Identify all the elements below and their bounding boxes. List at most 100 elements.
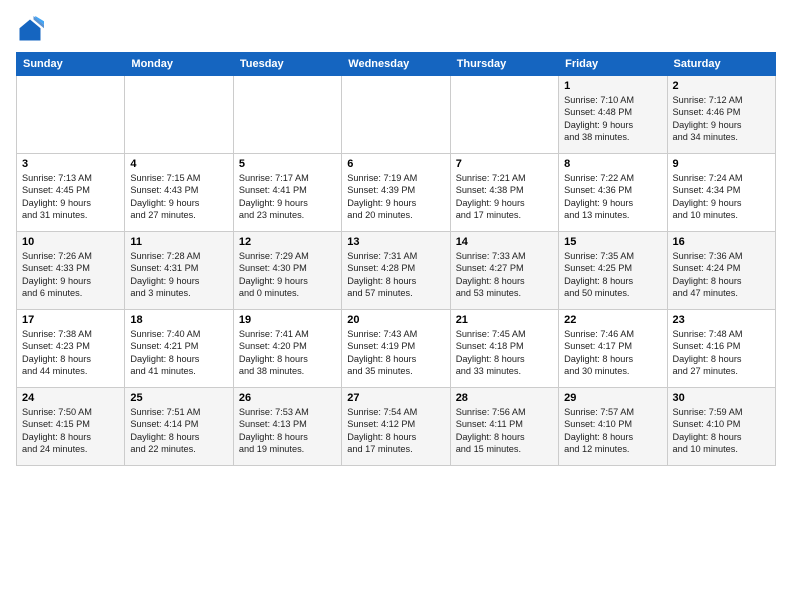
calendar-cell: 21 Sunrise: 7:45 AM Sunset: 4:18 PM Dayli…: [450, 310, 558, 388]
calendar-cell: [17, 76, 125, 154]
day-info: Sunrise: 7:53 AM Sunset: 4:13 PM Dayligh…: [239, 406, 336, 456]
calendar-cell: 13 Sunrise: 7:31 AM Sunset: 4:28 PM Dayli…: [342, 232, 450, 310]
day-number: 4: [130, 158, 227, 170]
day-number: 5: [239, 158, 336, 170]
day-number: 18: [130, 314, 227, 326]
day-info: Sunrise: 7:26 AM Sunset: 4:33 PM Dayligh…: [22, 250, 119, 300]
calendar-cell: 6Sunrise: 7:19 AM Sunset: 4:39 PM Daylig…: [342, 154, 450, 232]
day-info: Sunrise: 7:54 AM Sunset: 4:12 PM Dayligh…: [347, 406, 444, 456]
calendar-cell: 17 Sunrise: 7:38 AM Sunset: 4:23 PM Dayli…: [17, 310, 125, 388]
day-number: 27: [347, 392, 444, 404]
logo: [16, 16, 48, 44]
page: SundayMondayTuesdayWednesdayThursdayFrid…: [0, 0, 792, 612]
day-info: Sunrise: 7:10 AM Sunset: 4:48 PM Dayligh…: [564, 94, 661, 144]
weekday-saturday: Saturday: [667, 53, 775, 76]
weekday-wednesday: Wednesday: [342, 53, 450, 76]
week-row-3: 10 Sunrise: 7:26 AM Sunset: 4:33 PM Dayli…: [17, 232, 776, 310]
day-info: Sunrise: 7:46 AM Sunset: 4:17 PM Dayligh…: [564, 328, 661, 378]
day-info: Sunrise: 7:15 AM Sunset: 4:43 PM Dayligh…: [130, 172, 227, 222]
day-number: 11: [130, 236, 227, 248]
day-number: 23: [673, 314, 770, 326]
day-number: 25: [130, 392, 227, 404]
weekday-tuesday: Tuesday: [233, 53, 341, 76]
weekday-thursday: Thursday: [450, 53, 558, 76]
calendar-cell: 14 Sunrise: 7:33 AM Sunset: 4:27 PM Dayli…: [450, 232, 558, 310]
day-number: 14: [456, 236, 553, 248]
day-number: 17: [22, 314, 119, 326]
day-number: 28: [456, 392, 553, 404]
day-number: 2: [673, 80, 770, 92]
day-info: Sunrise: 7:48 AM Sunset: 4:16 PM Dayligh…: [673, 328, 770, 378]
day-info: Sunrise: 7:29 AM Sunset: 4:30 PM Dayligh…: [239, 250, 336, 300]
day-info: Sunrise: 7:12 AM Sunset: 4:46 PM Dayligh…: [673, 94, 770, 144]
day-info: Sunrise: 7:43 AM Sunset: 4:19 PM Dayligh…: [347, 328, 444, 378]
day-info: Sunrise: 7:57 AM Sunset: 4:10 PM Dayligh…: [564, 406, 661, 456]
weekday-sunday: Sunday: [17, 53, 125, 76]
logo-icon: [16, 16, 44, 44]
calendar-cell: 18 Sunrise: 7:40 AM Sunset: 4:21 PM Dayli…: [125, 310, 233, 388]
calendar-cell: 2 Sunrise: 7:12 AM Sunset: 4:46 PM Daylig…: [667, 76, 775, 154]
day-number: 19: [239, 314, 336, 326]
calendar-cell: 20 Sunrise: 7:43 AM Sunset: 4:19 PM Dayli…: [342, 310, 450, 388]
calendar-cell: 5 Sunrise: 7:17 AM Sunset: 4:41 PM Daylig…: [233, 154, 341, 232]
day-info: Sunrise: 7:17 AM Sunset: 4:41 PM Dayligh…: [239, 172, 336, 222]
day-info: Sunrise: 7:13 AM Sunset: 4:45 PM Dayligh…: [22, 172, 119, 222]
calendar-cell: 11 Sunrise: 7:28 AM Sunset: 4:31 PM Dayli…: [125, 232, 233, 310]
day-info: Sunrise: 7:31 AM Sunset: 4:28 PM Dayligh…: [347, 250, 444, 300]
calendar-cell: 30Sunrise: 7:59 AM Sunset: 4:10 PM Dayli…: [667, 388, 775, 466]
day-info: Sunrise: 7:56 AM Sunset: 4:11 PM Dayligh…: [456, 406, 553, 456]
day-info: Sunrise: 7:38 AM Sunset: 4:23 PM Dayligh…: [22, 328, 119, 378]
week-row-4: 17 Sunrise: 7:38 AM Sunset: 4:23 PM Dayli…: [17, 310, 776, 388]
calendar-cell: 16 Sunrise: 7:36 AM Sunset: 4:24 PM Dayli…: [667, 232, 775, 310]
calendar-cell: 19Sunrise: 7:41 AM Sunset: 4:20 PM Dayli…: [233, 310, 341, 388]
day-number: 9: [673, 158, 770, 170]
calendar-cell: 22 Sunrise: 7:46 AM Sunset: 4:17 PM Dayli…: [559, 310, 667, 388]
day-number: 10: [22, 236, 119, 248]
calendar-cell: 8 Sunrise: 7:22 AM Sunset: 4:36 PM Daylig…: [559, 154, 667, 232]
weekday-header-row: SundayMondayTuesdayWednesdayThursdayFrid…: [17, 53, 776, 76]
day-number: 30: [673, 392, 770, 404]
day-info: Sunrise: 7:21 AM Sunset: 4:38 PM Dayligh…: [456, 172, 553, 222]
day-number: 8: [564, 158, 661, 170]
calendar-cell: 24 Sunrise: 7:50 AM Sunset: 4:15 PM Dayli…: [17, 388, 125, 466]
day-number: 12: [239, 236, 336, 248]
day-info: Sunrise: 7:22 AM Sunset: 4:36 PM Dayligh…: [564, 172, 661, 222]
day-number: 3: [22, 158, 119, 170]
calendar-cell: 25Sunrise: 7:51 AM Sunset: 4:14 PM Dayli…: [125, 388, 233, 466]
day-info: Sunrise: 7:19 AM Sunset: 4:39 PM Dayligh…: [347, 172, 444, 222]
header: [16, 16, 776, 44]
calendar-cell: 1 Sunrise: 7:10 AM Sunset: 4:48 PM Daylig…: [559, 76, 667, 154]
day-info: Sunrise: 7:36 AM Sunset: 4:24 PM Dayligh…: [673, 250, 770, 300]
calendar-cell: 4 Sunrise: 7:15 AM Sunset: 4:43 PM Daylig…: [125, 154, 233, 232]
day-number: 20: [347, 314, 444, 326]
calendar-cell: 26 Sunrise: 7:53 AM Sunset: 4:13 PM Dayli…: [233, 388, 341, 466]
calendar-cell: [125, 76, 233, 154]
week-row-2: 3 Sunrise: 7:13 AM Sunset: 4:45 PM Daylig…: [17, 154, 776, 232]
calendar-cell: 27 Sunrise: 7:54 AM Sunset: 4:12 PM Dayli…: [342, 388, 450, 466]
weekday-friday: Friday: [559, 53, 667, 76]
calendar-cell: 9 Sunrise: 7:24 AM Sunset: 4:34 PM Daylig…: [667, 154, 775, 232]
day-number: 29: [564, 392, 661, 404]
day-number: 16: [673, 236, 770, 248]
day-info: Sunrise: 7:40 AM Sunset: 4:21 PM Dayligh…: [130, 328, 227, 378]
day-number: 13: [347, 236, 444, 248]
day-info: Sunrise: 7:24 AM Sunset: 4:34 PM Dayligh…: [673, 172, 770, 222]
calendar-cell: 23 Sunrise: 7:48 AM Sunset: 4:16 PM Dayli…: [667, 310, 775, 388]
calendar-cell: [342, 76, 450, 154]
calendar-cell: 28 Sunrise: 7:56 AM Sunset: 4:11 PM Dayli…: [450, 388, 558, 466]
day-number: 24: [22, 392, 119, 404]
calendar-cell: 12 Sunrise: 7:29 AM Sunset: 4:30 PM Dayli…: [233, 232, 341, 310]
day-number: 15: [564, 236, 661, 248]
day-number: 26: [239, 392, 336, 404]
calendar-cell: 15Sunrise: 7:35 AM Sunset: 4:25 PM Dayli…: [559, 232, 667, 310]
day-number: 7: [456, 158, 553, 170]
day-number: 22: [564, 314, 661, 326]
day-number: 21: [456, 314, 553, 326]
day-info: Sunrise: 7:50 AM Sunset: 4:15 PM Dayligh…: [22, 406, 119, 456]
calendar-cell: 29 Sunrise: 7:57 AM Sunset: 4:10 PM Dayli…: [559, 388, 667, 466]
day-info: Sunrise: 7:33 AM Sunset: 4:27 PM Dayligh…: [456, 250, 553, 300]
day-info: Sunrise: 7:45 AM Sunset: 4:18 PM Dayligh…: [456, 328, 553, 378]
week-row-1: 1 Sunrise: 7:10 AM Sunset: 4:48 PM Daylig…: [17, 76, 776, 154]
day-info: Sunrise: 7:28 AM Sunset: 4:31 PM Dayligh…: [130, 250, 227, 300]
day-number: 1: [564, 80, 661, 92]
